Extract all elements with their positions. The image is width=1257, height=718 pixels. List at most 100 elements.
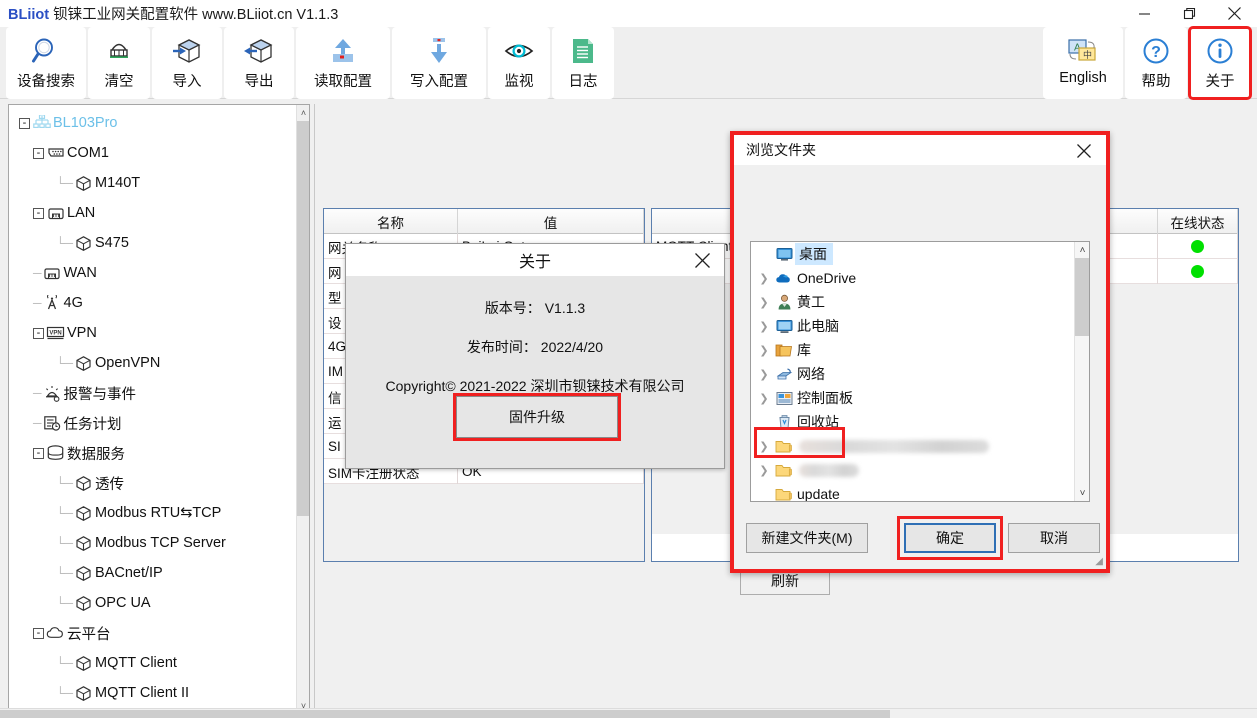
- minimize-button[interactable]: [1122, 0, 1167, 27]
- tree-node--[interactable]: └─ 透传: [9, 468, 297, 498]
- folder-scroll-up-arrow[interactable]: ˄: [1075, 242, 1089, 258]
- folder-item-label: 库: [797, 342, 811, 358]
- tree-expander-collapse-icon[interactable]: -: [19, 117, 30, 129]
- sidebar-scrollbar[interactable]: ˄ ˅: [296, 105, 309, 713]
- firmware-upgrade-button[interactable]: 固件升级: [456, 396, 618, 438]
- toolbar-button-about[interactable]: 关于: [1188, 26, 1252, 100]
- close-button[interactable]: [1212, 0, 1257, 27]
- folder-item-网络[interactable]: ❯ 网络: [751, 362, 1076, 386]
- cube-icon: [74, 504, 93, 523]
- tree-expander-collapse-icon[interactable]: -: [33, 327, 44, 339]
- folder-tree-scrollbar[interactable]: ˄ ˅: [1074, 242, 1089, 501]
- cancel-button[interactable]: 取消: [1008, 523, 1100, 553]
- toolbar-button-help[interactable]: ? 帮助: [1125, 27, 1187, 99]
- browse-dialog-close-icon[interactable]: [1070, 137, 1098, 165]
- toolbar-button-device-search[interactable]: 设备搜索: [6, 27, 86, 99]
- device-tree-panel: - BL103Pro - COM1 └─ M140T - LAN └─ S475 ─ WAN ─ 4G - V…: [8, 104, 310, 714]
- folder-tree[interactable]: 桌面❯OneDrive❯黄工❯此电脑❯库❯网络❯控制面板回收站❯❯update❯…: [750, 241, 1090, 502]
- tree-node-label: MQTT Client: [95, 655, 177, 671]
- folder-scroll-down-arrow[interactable]: ˅: [1075, 485, 1089, 501]
- browse-dialog-title-bar: 浏览文件夹: [734, 135, 1106, 165]
- tree-expander-collapse-icon[interactable]: -: [33, 147, 44, 159]
- chevron-right-icon[interactable]: ❯: [755, 320, 773, 333]
- toolbar-button-monitor[interactable]: 监视: [488, 27, 550, 99]
- tree-node-openvpn[interactable]: └─ OpenVPN: [9, 348, 297, 378]
- tree-node--[interactable]: - 数据服务: [9, 438, 297, 468]
- folder-item-update[interactable]: update: [751, 482, 1076, 501]
- folder-item-onedrive[interactable]: ❯ OneDrive: [751, 266, 1076, 290]
- tree-node--[interactable]: - 云平台: [9, 618, 297, 648]
- tree-node-mqtt-client[interactable]: └─ MQTT Client: [9, 648, 297, 678]
- folder-item[interactable]: ❯: [751, 458, 1076, 482]
- tree-node-com1[interactable]: - COM1: [9, 138, 297, 168]
- toolbar-button-write-config[interactable]: 写入配置: [392, 27, 486, 99]
- tree-node-label: LAN: [67, 205, 96, 221]
- upload-arrow-icon: [328, 34, 358, 68]
- maximize-button[interactable]: [1167, 0, 1212, 27]
- folder-scrollbar-thumb[interactable]: [1075, 258, 1089, 336]
- online-status-dot: [1191, 240, 1204, 253]
- folder-item-库[interactable]: ❯ 库: [751, 338, 1076, 362]
- tree-connector: └─: [56, 356, 74, 370]
- tree-node-4g[interactable]: ─ 4G: [9, 288, 297, 318]
- tree-node--[interactable]: ─ 报警与事件: [9, 378, 297, 408]
- vpn-icon: VPN: [46, 324, 65, 343]
- folder-item-黄工[interactable]: ❯ 黄工: [751, 290, 1076, 314]
- tree-node-wan[interactable]: ─ WAN: [9, 258, 297, 288]
- tree-node-opc-ua[interactable]: └─ OPC UA: [9, 588, 297, 618]
- tree-expander-collapse-icon[interactable]: -: [33, 207, 44, 219]
- tree-node-m140t[interactable]: └─ M140T: [9, 168, 297, 198]
- toolbar-button-export[interactable]: 导出: [224, 27, 294, 99]
- tree-node-bl103pro[interactable]: - BL103Pro: [9, 108, 297, 138]
- tree-expander-collapse-icon[interactable]: -: [33, 627, 44, 639]
- chevron-right-icon[interactable]: ❯: [755, 344, 773, 357]
- tree-node-s475[interactable]: └─ S475: [9, 228, 297, 258]
- scrollbar-thumb[interactable]: [297, 121, 309, 516]
- tree-expander-collapse-icon[interactable]: -: [33, 447, 44, 459]
- device-tree[interactable]: - BL103Pro - COM1 └─ M140T - LAN └─ S475 ─ WAN ─ 4G - V…: [9, 105, 297, 713]
- horizontal-scrollbar-thumb[interactable]: [0, 710, 890, 718]
- tree-node-mqtt-client-ii[interactable]: └─ MQTT Client II: [9, 678, 297, 708]
- cube-icon: [74, 594, 93, 613]
- document-icon: [569, 34, 597, 68]
- toolbar-button-clear[interactable]: 清空: [88, 27, 150, 99]
- tree-node-modbus-rtu-tcp[interactable]: └─ Modbus RTU⇆TCP: [9, 498, 297, 528]
- toolbar-button-log[interactable]: 日志: [552, 27, 614, 99]
- toolbar-button-label: 导出: [244, 74, 274, 90]
- chevron-right-icon[interactable]: ❯: [755, 464, 773, 477]
- new-folder-button[interactable]: 新建文件夹(M): [746, 523, 868, 553]
- cube-icon: [74, 174, 93, 193]
- ok-button[interactable]: 确定: [904, 523, 996, 553]
- toolbar-button-read-config[interactable]: 读取配置: [296, 27, 390, 99]
- tree-node--[interactable]: ─ 任务计划: [9, 408, 297, 438]
- folder-item-此电脑[interactable]: ❯ 此电脑: [751, 314, 1076, 338]
- chevron-right-icon[interactable]: ❯: [755, 368, 773, 381]
- scroll-up-arrow[interactable]: ˄: [297, 105, 309, 120]
- about-dialog-close-icon[interactable]: [688, 246, 716, 274]
- tree-node-modbus-tcp-server[interactable]: └─ Modbus TCP Server: [9, 528, 297, 558]
- toolbar-button-label: 导入: [172, 74, 202, 90]
- tree-node-lan[interactable]: - LAN: [9, 198, 297, 228]
- tree-node-vpn[interactable]: - VPN VPN: [9, 318, 297, 348]
- resize-grip-icon[interactable]: ◢: [1095, 556, 1103, 567]
- chevron-right-icon[interactable]: ❯: [755, 392, 773, 405]
- chevron-right-icon[interactable]: ❯: [755, 272, 773, 285]
- tree-node-label: BACnet/IP: [95, 565, 163, 581]
- folder-item-控制面板[interactable]: ❯ 控制面板: [751, 386, 1076, 410]
- folder-item-桌面[interactable]: 桌面: [751, 242, 1076, 266]
- tree-node-bacnet-ip[interactable]: └─ BACnet/IP: [9, 558, 297, 588]
- toolbar-button-import[interactable]: 导入: [152, 27, 222, 99]
- chevron-right-icon[interactable]: ❯: [755, 296, 773, 309]
- horizontal-scrollbar[interactable]: [0, 708, 1257, 718]
- toolbar-button-english[interactable]: A 中 English: [1043, 27, 1123, 99]
